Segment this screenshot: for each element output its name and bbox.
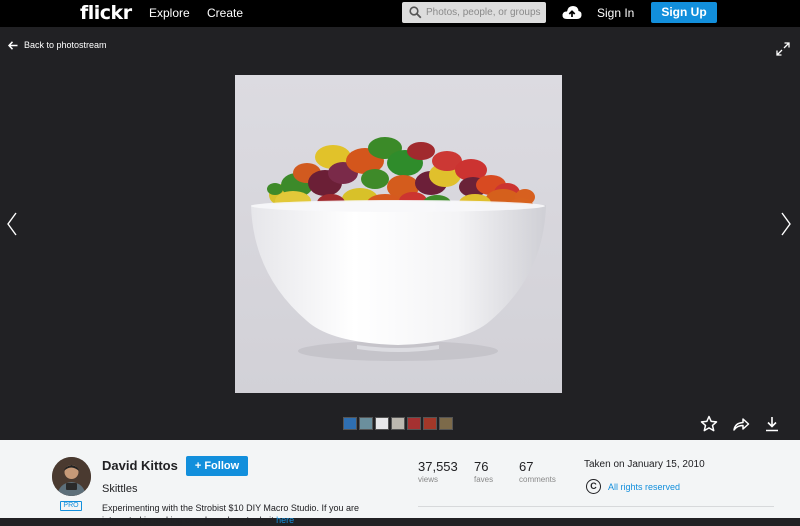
fullscreen-expand-icon[interactable] bbox=[776, 42, 790, 56]
search-box[interactable] bbox=[402, 2, 546, 23]
star-fave-icon[interactable] bbox=[700, 415, 718, 433]
license-info[interactable]: C All rights reserved bbox=[586, 479, 680, 494]
stat-comments: 67 comments bbox=[519, 459, 556, 484]
signup-button[interactable]: Sign Up bbox=[651, 2, 717, 23]
photo-info-panel: PRO David Kittos + Follow Skittles Exper… bbox=[0, 440, 800, 525]
stat-views-label: views bbox=[418, 475, 439, 484]
signin-link[interactable]: Sign In bbox=[597, 6, 634, 20]
photo-title: Skittles bbox=[102, 483, 138, 495]
upload-cloud-icon[interactable] bbox=[562, 5, 582, 21]
search-icon bbox=[409, 6, 422, 19]
thumbnail[interactable] bbox=[407, 417, 421, 430]
stat-faves-label: faves bbox=[474, 475, 494, 484]
thumbnail[interactable] bbox=[343, 417, 357, 430]
thumbnail[interactable] bbox=[359, 417, 373, 430]
pro-badge: PRO bbox=[60, 501, 82, 511]
nav-explore[interactable]: Explore bbox=[149, 6, 190, 20]
flickr-logo[interactable]: flickr bbox=[80, 2, 132, 24]
description-text: Experimenting with the Strobist $10 DIY … bbox=[102, 503, 359, 525]
previous-photo-icon[interactable] bbox=[6, 212, 18, 236]
follow-button[interactable]: + Follow bbox=[186, 456, 248, 476]
bowl-of-candies-image bbox=[235, 75, 562, 393]
description-link[interactable]: here bbox=[276, 515, 294, 525]
top-navbar: flickr Explore Create Sign In Sign Up bbox=[0, 0, 800, 27]
license-label: All rights reserved bbox=[608, 481, 681, 492]
thumbnail[interactable] bbox=[375, 417, 389, 430]
share-icon[interactable] bbox=[732, 415, 750, 433]
stat-comments-value: 67 bbox=[519, 459, 534, 474]
follow-label: Follow bbox=[204, 460, 240, 472]
stat-views: 37,553 views bbox=[418, 459, 458, 484]
photostream-thumbnails bbox=[343, 417, 453, 430]
arrow-left-icon bbox=[8, 40, 18, 50]
divider bbox=[418, 506, 774, 507]
stat-comments-label: comments bbox=[519, 475, 556, 484]
stat-faves-value: 76 bbox=[474, 459, 489, 474]
plus-icon: + bbox=[194, 460, 205, 472]
taken-date[interactable]: Taken on January 15, 2010 bbox=[584, 459, 705, 470]
stat-views-value: 37,553 bbox=[418, 459, 458, 474]
thumbnail[interactable] bbox=[423, 417, 437, 430]
download-icon[interactable] bbox=[763, 415, 781, 433]
thumbnail[interactable] bbox=[439, 417, 453, 430]
search-input[interactable] bbox=[426, 4, 544, 21]
stat-faves: 76 faves bbox=[474, 459, 493, 484]
author-name[interactable]: David Kittos bbox=[102, 458, 178, 473]
main-photo[interactable] bbox=[235, 75, 562, 393]
next-photo-icon[interactable] bbox=[780, 212, 792, 236]
thumbnail[interactable] bbox=[391, 417, 405, 430]
avatar[interactable] bbox=[52, 457, 91, 496]
photo-description: Experimenting with the Strobist $10 DIY … bbox=[102, 502, 372, 526]
copyright-icon: C bbox=[586, 479, 601, 494]
nav-create[interactable]: Create bbox=[207, 6, 243, 20]
back-to-photostream-link[interactable]: Back to photostream bbox=[8, 40, 107, 50]
back-label: Back to photostream bbox=[24, 40, 107, 50]
